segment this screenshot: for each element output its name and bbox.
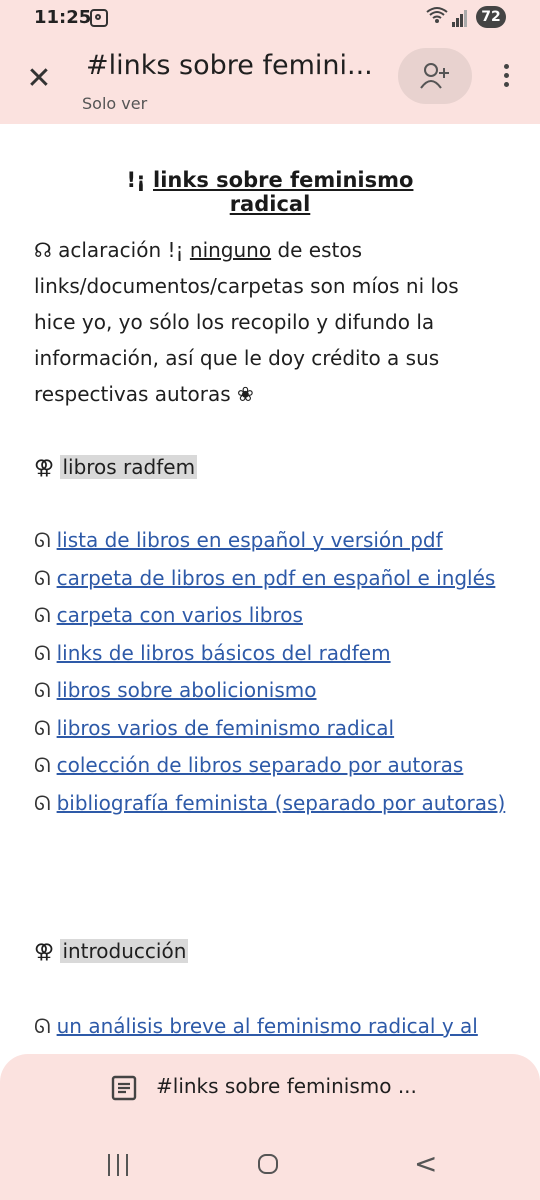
doc-link[interactable]: libros sobre abolicionismo [57, 678, 317, 702]
add-person-icon [420, 63, 449, 89]
doc-link[interactable]: bibliografía feminista (separado por aut… [57, 791, 506, 815]
signal-icon [452, 8, 468, 27]
list-item: ᘏ colección de libros separado por autora… [34, 753, 464, 777]
bottom-sheet-title: #links sobre feminismo ... [156, 1074, 417, 1098]
introduccion-link-list: ᘏ un análisis breve al feminismo radical … [34, 1008, 506, 1046]
home-icon[interactable] [258, 1154, 278, 1174]
more-options-button[interactable] [494, 60, 518, 96]
view-only-label: Solo ver [82, 94, 148, 113]
doc-link[interactable]: un análisis breve al feminismo radical y… [57, 1014, 478, 1038]
list-item: ᘏ libros sobre abolicionismo [34, 678, 317, 702]
intro-paragraph: ☊ aclaración !¡ ninguno de estos links/d… [34, 238, 459, 406]
libros-link-list: ᘏ lista de libros en español y versión pd… [34, 522, 506, 822]
instagram-notification-icon [90, 9, 108, 27]
bottom-sheet[interactable]: #links sobre feminismo ... < [0, 1054, 540, 1200]
doc-link[interactable]: colección de libros separado por autoras [57, 753, 464, 777]
section-libros-radfem: ⚢ libros radfem [34, 455, 198, 479]
list-item: ᘏ links de libros básicos del radfem [34, 640, 391, 665]
doc-link[interactable]: carpeta con varios libros [57, 603, 303, 627]
recent-apps-icon[interactable] [108, 1154, 132, 1176]
app-bar: ✕ #links sobre femini... Solo ver [0, 36, 540, 124]
doc-link[interactable]: carpeta de libros en pdf en español e in… [57, 566, 496, 590]
list-item: ᘏ bibliografía feminista (separado por au… [34, 790, 506, 815]
section-introduccion: ⚢ introducción [34, 939, 189, 963]
doc-link[interactable]: lista de libros en español y versión pdf [57, 528, 443, 552]
list-item: ᘏ carpeta de libros en pdf en español e i… [34, 565, 496, 590]
list-item: ᘏ un análisis breve al feminismo radical … [34, 1014, 478, 1038]
status-time: 11:25 [34, 7, 92, 28]
close-icon[interactable]: ✕ [22, 64, 56, 98]
status-bar: 11:25 72 [0, 0, 540, 36]
back-icon[interactable]: < [414, 1150, 437, 1178]
list-item: ᘏ carpeta con varios libros [34, 603, 303, 627]
list-item: ᘏ lista de libros en español y versión pd… [34, 528, 443, 552]
doc-link[interactable]: libros varios de feminismo radical [57, 716, 395, 740]
wifi-icon [426, 6, 448, 28]
document-title: #links sobre femini... [86, 50, 373, 81]
doc-link[interactable]: links de libros básicos del radfem [57, 641, 391, 665]
document-outline-icon [111, 1075, 137, 1101]
document-heading: !¡ links sobre feminismo radical [126, 168, 414, 216]
list-item: ᘏ libros varios de feminismo radical [34, 715, 395, 740]
battery-icon: 72 [476, 6, 506, 28]
share-button[interactable] [398, 48, 472, 104]
